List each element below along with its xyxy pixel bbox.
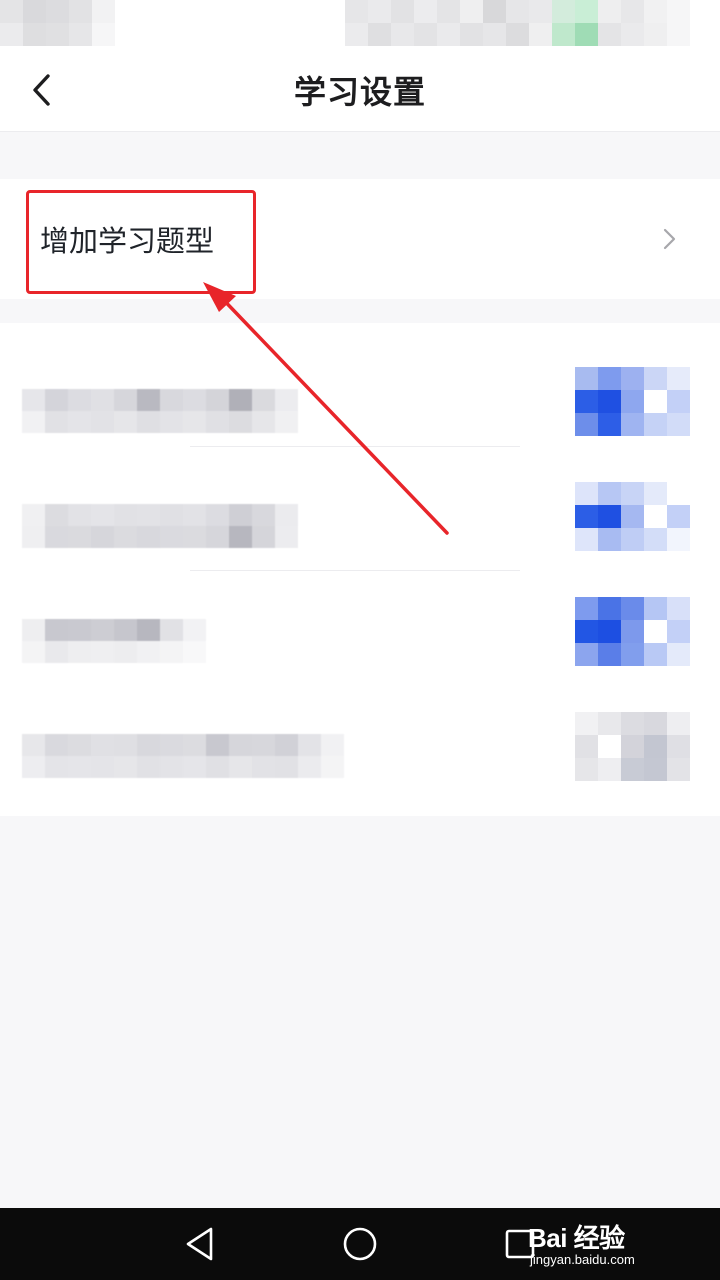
setting-toggle[interactable]	[575, 597, 690, 667]
setting-toggle[interactable]	[575, 482, 690, 552]
row-divider	[190, 570, 520, 571]
status-bar-right-obscured	[345, 0, 690, 46]
obscured-setting-label	[22, 389, 298, 433]
setting-row	[0, 575, 720, 698]
system-navigation-bar: Bai 经验 jingyan.baidu.com	[0, 1208, 720, 1280]
triangle-back-icon	[186, 1227, 213, 1261]
chevron-right-icon	[663, 228, 676, 250]
obscured-setting-label	[22, 504, 298, 548]
row-divider	[190, 446, 520, 447]
annotation-highlight-box	[26, 190, 256, 294]
nav-back-button[interactable]	[176, 1220, 224, 1268]
status-bar-left-obscured	[0, 0, 115, 46]
setting-toggle[interactable]	[575, 712, 690, 782]
app-header: 学习设置	[0, 48, 720, 132]
watermark-site: jingyan.baidu.com	[530, 1252, 635, 1267]
nav-home-button[interactable]	[336, 1220, 384, 1268]
setting-row	[0, 690, 720, 813]
status-bar	[0, 0, 720, 48]
obscured-setting-label	[22, 619, 206, 663]
watermark-brand: Bai 经验	[528, 1223, 625, 1253]
page-title: 学习设置	[293, 73, 426, 111]
setting-row	[0, 345, 720, 468]
setting-row	[0, 460, 720, 583]
setting-toggle[interactable]	[575, 367, 690, 437]
obscured-setting-label	[22, 734, 344, 778]
baidu-jingyan-watermark: Bai 经验 jingyan.baidu.com	[520, 1216, 680, 1272]
circle-home-icon	[343, 1227, 377, 1261]
settings-list	[0, 323, 720, 816]
